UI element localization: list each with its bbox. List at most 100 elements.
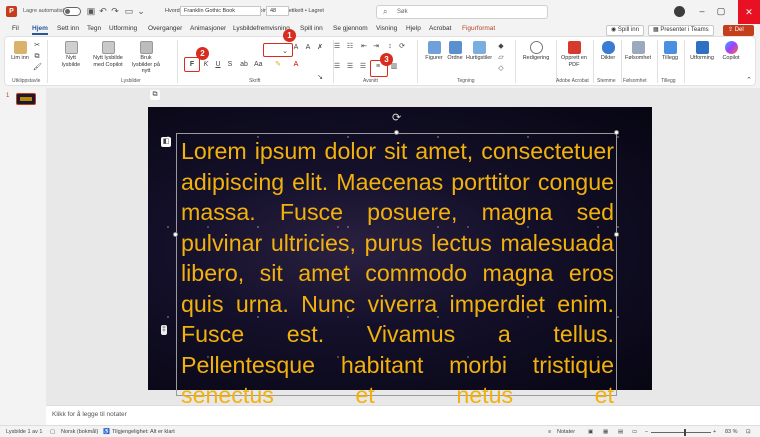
dictate-button[interactable]: Dikter <box>597 41 619 62</box>
char-spacing-icon[interactable]: ab <box>240 61 248 69</box>
align-left-icon[interactable]: ☰ <box>333 63 341 71</box>
tab-sett-inn[interactable]: Sett inn <box>57 25 79 32</box>
design-ideas-icon[interactable]: ⧉ <box>150 90 160 100</box>
addins-button[interactable]: Tillegg <box>659 41 681 62</box>
avatar[interactable] <box>674 6 685 17</box>
language-status[interactable]: Norsk (bokmål) <box>61 429 98 435</box>
minimize-icon[interactable]: – <box>695 3 709 19</box>
arrange-button[interactable]: Ordne <box>445 41 465 62</box>
change-case-icon[interactable]: Aa <box>254 61 263 69</box>
autofit-icon[interactable]: ‡ <box>161 325 167 335</box>
present-icon[interactable]: ▭ <box>124 6 134 17</box>
autosave-toggle[interactable] <box>63 7 81 16</box>
tab-acrobat[interactable]: Acrobat <box>429 25 451 32</box>
tab-animasjoner[interactable]: Animasjoner <box>190 25 226 32</box>
increase-font-icon[interactable]: A <box>292 44 300 52</box>
shape-fill-icon[interactable]: ◆ <box>497 43 505 51</box>
increase-indent-icon[interactable]: ⇥ <box>372 43 380 51</box>
save-icon[interactable]: ▣ <box>86 6 96 17</box>
bullets-icon[interactable]: ☰ <box>333 43 341 51</box>
font-dialog-launcher-icon[interactable]: ↘ <box>316 74 324 82</box>
slideshow-icon[interactable]: ▭ <box>632 429 637 435</box>
zoom-in-icon[interactable]: + <box>713 429 716 435</box>
paste-label: Lim inn <box>11 55 29 61</box>
slide-thumbnail[interactable] <box>16 93 36 105</box>
font-size-select[interactable]: 48 <box>266 6 289 16</box>
new-slide-button[interactable]: Nytt lysbilde <box>59 41 83 68</box>
decrease-indent-icon[interactable]: ⇤ <box>360 43 368 51</box>
tab-se-gjennom[interactable]: Se gjennom <box>333 25 368 32</box>
resize-handle-top-right[interactable] <box>614 130 619 135</box>
font-name-select[interactable]: Franklin Gothic Book <box>180 6 261 16</box>
shape-outline-icon[interactable]: ▱ <box>497 54 505 62</box>
tab-tegn[interactable]: Tegn <box>87 25 101 32</box>
undo-icon[interactable]: ↶ <box>98 6 108 17</box>
rotate-handle-icon[interactable]: ⟳ <box>392 111 401 124</box>
tab-spill-inn[interactable]: Spill inn <box>300 25 323 32</box>
notes-toggle[interactable]: Notater <box>557 429 575 435</box>
format-painter-icon[interactable]: 🖌 <box>33 64 42 72</box>
zoom-level[interactable]: 83 % <box>725 429 738 435</box>
fit-slide-icon[interactable]: ⊡ <box>746 429 751 435</box>
paste-button[interactable]: Lim inn <box>9 41 31 62</box>
text-direction-icon[interactable]: ⟳ <box>398 43 406 51</box>
highlight-icon[interactable]: ✎ <box>274 61 282 69</box>
designer-button[interactable]: Utforming <box>687 41 717 62</box>
reuse-slides-button[interactable]: Bruk lysbilder på nytt <box>131 41 161 75</box>
resize-handle-top[interactable] <box>394 130 399 135</box>
clear-format-icon[interactable]: ✗ <box>316 44 324 52</box>
redo-icon[interactable]: ↷ <box>110 6 120 17</box>
cut-icon[interactable]: ✂ <box>33 42 41 50</box>
resize-handle-left[interactable] <box>173 232 178 237</box>
strikethrough-button[interactable]: S <box>226 61 234 69</box>
slide-body-text[interactable]: Lorem ipsum dolor sit amet, consectetuer… <box>181 136 614 411</box>
tab-overganger[interactable]: Overganger <box>148 25 182 32</box>
zoom-out-icon[interactable]: – <box>645 429 648 435</box>
tab-hjem[interactable]: Hjem <box>32 25 48 35</box>
present-teams-button[interactable]: ▦ Presenter i Teams <box>648 25 714 36</box>
tab-visning[interactable]: Visning <box>376 25 397 32</box>
underline-button[interactable]: U <box>214 61 222 69</box>
notes-icon[interactable]: ≡ <box>548 429 551 435</box>
quick-styles-button[interactable]: Hurtigstiler <box>465 41 493 62</box>
slide-sorter-icon[interactable]: ▦ <box>603 429 608 435</box>
zoom-slider[interactable] <box>651 432 711 433</box>
numbering-icon[interactable]: ☷ <box>346 43 354 51</box>
copilot-button[interactable]: Copilot <box>719 41 743 62</box>
copy-icon[interactable]: ⧉ <box>33 53 41 61</box>
new-slide-copilot-button[interactable]: Nytt lysbilde med Copilot <box>89 41 127 68</box>
columns-icon[interactable]: ▥ <box>390 63 398 71</box>
close-icon[interactable]: ✕ <box>738 0 760 24</box>
tab-fil[interactable]: Fil <box>12 25 19 32</box>
normal-view-icon[interactable]: ▣ <box>588 429 593 435</box>
zoom-slider-thumb[interactable] <box>684 429 686 436</box>
align-center-icon[interactable]: ☰ <box>346 63 354 71</box>
notes-pane[interactable]: Klikk for å legge til notater <box>46 405 760 425</box>
font-color-icon[interactable]: A <box>292 61 300 69</box>
shapes-button[interactable]: Figurer <box>423 41 445 62</box>
create-pdf-button[interactable]: Opprett en PDF <box>561 41 587 68</box>
shape-effects-icon[interactable]: ◇ <box>497 65 505 73</box>
sensitivity-button[interactable]: Følsomhet <box>623 41 653 62</box>
smartart-layout-icon[interactable]: ◧ <box>161 137 171 147</box>
tab-lysbildefremvisning[interactable]: Lysbildefremvisning <box>233 25 290 32</box>
accessibility-icon[interactable]: ♿ <box>103 429 110 435</box>
tab-hjelp[interactable]: Hjelp <box>406 25 421 32</box>
editing-button[interactable]: Redigering <box>521 41 551 62</box>
italic-button[interactable]: K <box>202 61 210 69</box>
record-button[interactable]: ◉ Spill inn <box>606 25 644 36</box>
collapse-ribbon-icon[interactable]: ⌃ <box>745 77 753 85</box>
maximize-icon[interactable]: ▢ <box>714 3 728 19</box>
accessibility-status[interactable]: Tilgjengelighet: Alt er klart <box>112 429 175 435</box>
resize-handle-right[interactable] <box>614 232 619 237</box>
customize-toolbar-icon[interactable]: ⌄ <box>136 6 146 17</box>
line-spacing-icon[interactable]: ↕ <box>386 43 394 51</box>
search-box[interactable]: ⌕ Søk <box>376 5 548 19</box>
tab-utforming[interactable]: Utforming <box>109 25 137 32</box>
spellcheck-icon[interactable]: ▢ <box>50 429 55 435</box>
align-right-icon[interactable]: ☰ <box>359 63 367 71</box>
tab-figurformat[interactable]: Figurformat <box>462 25 495 32</box>
decrease-font-icon[interactable]: A <box>304 44 312 52</box>
share-button[interactable]: ⇪ Del <box>723 25 754 36</box>
reading-view-icon[interactable]: ▤ <box>618 429 623 435</box>
